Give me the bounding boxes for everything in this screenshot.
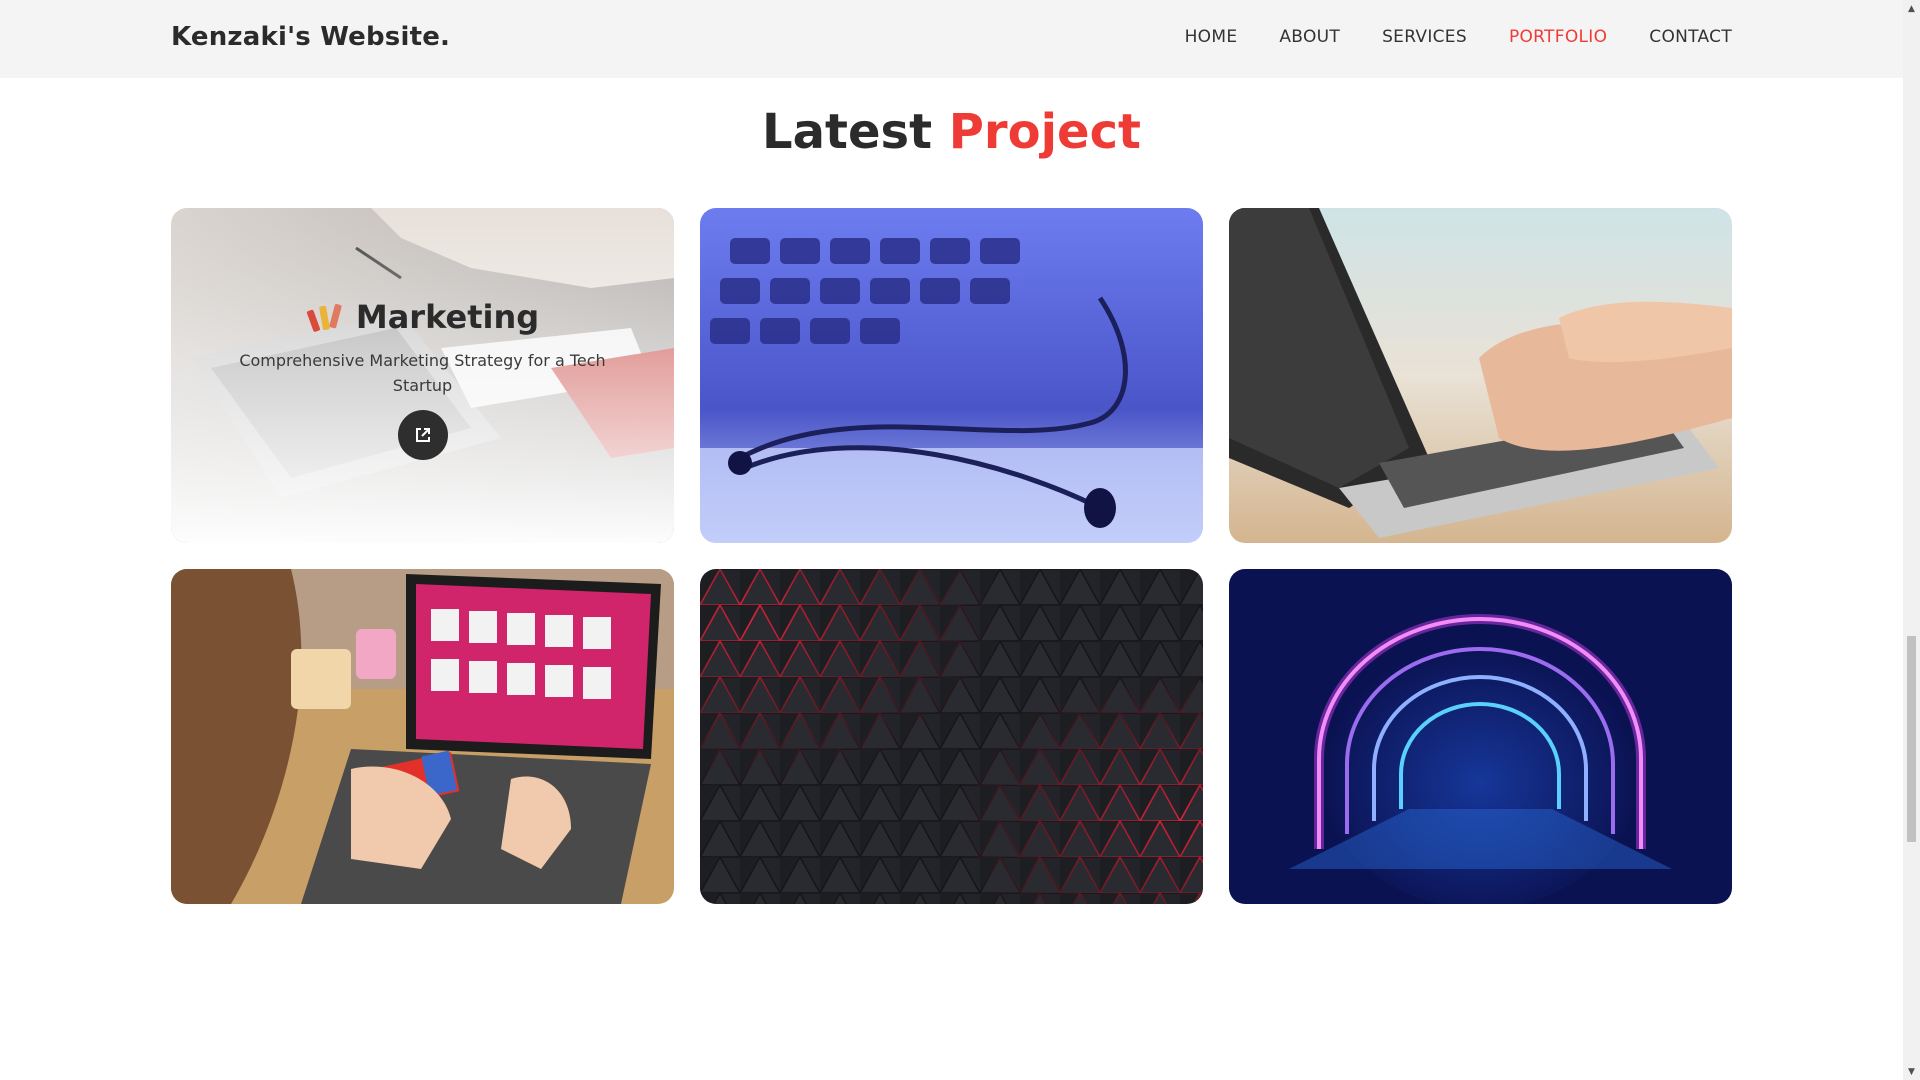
project-card-2[interactable] [700, 208, 1203, 543]
nav-services[interactable]: SERVICES [1382, 27, 1467, 47]
hands-typing-laptop-image [1229, 208, 1732, 543]
project-card-4[interactable] [171, 569, 674, 904]
external-link-button[interactable] [397, 410, 448, 460]
scroll-down-arrow-icon[interactable]: ▼ [1903, 1063, 1920, 1080]
online-shopping-laptop-image [171, 569, 674, 904]
nav-portfolio[interactable]: PORTFOLIO [1509, 27, 1607, 47]
pencils-icon [306, 304, 342, 332]
project-description: Comprehensive Marketing Strategy for a T… [239, 351, 606, 395]
project-title: Marketing [355, 298, 540, 336]
site-brand[interactable]: Kenzaki's Website. [171, 22, 450, 52]
vertical-scrollbar[interactable]: ▲ ▼ [1903, 0, 1920, 1080]
project-card-5[interactable] [700, 569, 1203, 904]
project-card-marketing[interactable]: Marketing Comprehensive Marketing Strate… [171, 208, 674, 543]
section-title-accent: Project [948, 104, 1141, 160]
external-link-icon [415, 428, 430, 442]
nav-home[interactable]: HOME [1185, 27, 1238, 47]
nav-about[interactable]: ABOUT [1279, 27, 1340, 47]
project-grid: Marketing Comprehensive Marketing Strate… [171, 208, 1732, 904]
nav-contact[interactable]: CONTACT [1649, 27, 1732, 47]
dark-triangle-pattern-image [700, 569, 1203, 904]
scrollbar-thumb[interactable] [1907, 636, 1916, 842]
section-title: Latest Project [0, 104, 1903, 160]
main-nav: HOME ABOUT SERVICES PORTFOLIO CONTACT [1185, 27, 1732, 47]
site-header: Kenzaki's Website. HOME ABOUT SERVICES P… [0, 0, 1903, 78]
stethoscope-keyboard-image [700, 208, 1203, 543]
scroll-up-arrow-icon[interactable]: ▲ [1903, 0, 1920, 17]
overlay-title-row: Marketing [306, 298, 539, 336]
page: Kenzaki's Website. HOME ABOUT SERVICES P… [0, 0, 1920, 1080]
project-card-6[interactable] [1229, 569, 1732, 904]
project-card-3[interactable] [1229, 208, 1732, 543]
section-title-main: Latest [762, 104, 933, 160]
neon-arch-tunnel-image [1229, 569, 1732, 904]
project-overlay: Marketing Comprehensive Marketing Strate… [171, 208, 674, 543]
